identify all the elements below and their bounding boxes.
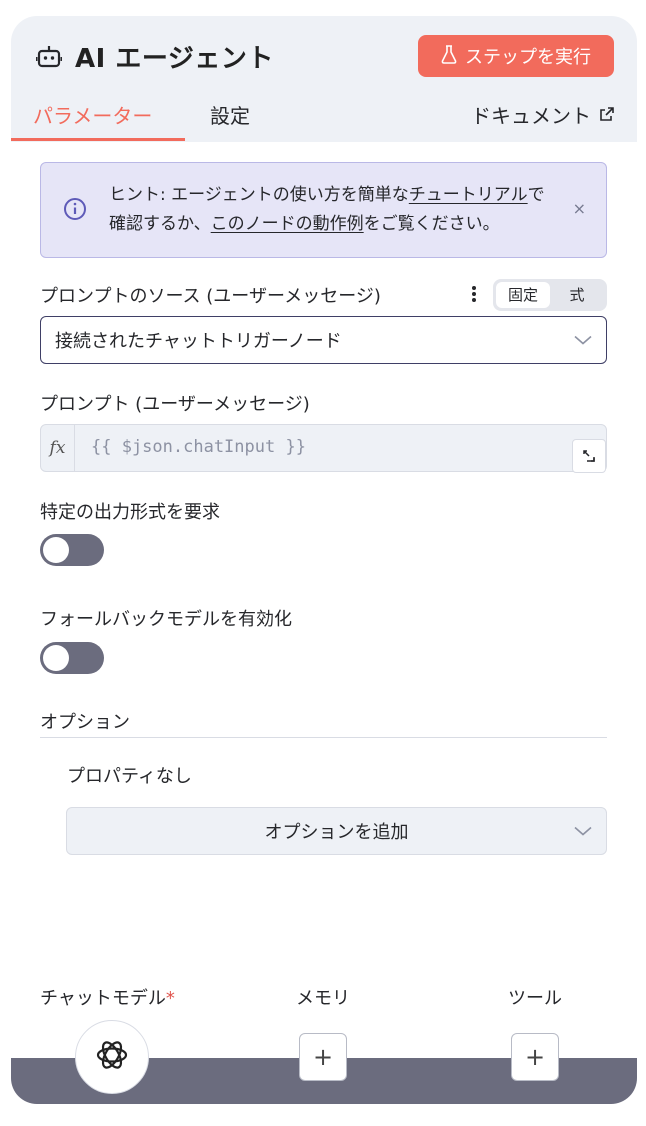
options-label: オプション: [40, 712, 130, 733]
prompt-expression-value: {{ $json.chatInput }}: [91, 437, 306, 457]
hint-suffix: をご覧ください。: [363, 214, 500, 234]
chevron-down-icon: [574, 330, 592, 351]
chat-model-text: チャットモデル: [40, 988, 166, 1009]
add-tool-button[interactable]: +: [511, 1033, 559, 1081]
hint-callout: ヒント: エージェントの使い方を簡単なチュートリアルで確認するか、このノードの動…: [40, 162, 607, 258]
add-memory-button[interactable]: +: [299, 1033, 347, 1081]
active-tab-indicator: [11, 138, 185, 141]
options-divider: [40, 737, 607, 738]
run-step-label: ステップを実行: [465, 47, 591, 68]
fx-icon: fx: [41, 425, 75, 471]
prompt-label: プロンプト (ユーザーメッセージ): [40, 394, 310, 415]
ai-agent-panel: AI エージェント ステップを実行 パラメーター 設定 ドキュメント ヒント: …: [11, 16, 637, 1104]
prompt-expression-input[interactable]: fx {{ $json.chatInput }}: [40, 424, 607, 473]
prompt-source-select[interactable]: 接続されたチャットトリガーノード: [40, 316, 607, 364]
panel-title: AI エージェント: [75, 44, 274, 74]
prompt-source-label: プロンプトのソース (ユーザーメッセージ): [40, 286, 381, 307]
info-icon: [63, 197, 87, 225]
output-format-label: 特定の出力形式を要求: [40, 502, 220, 523]
add-option-button[interactable]: オプションを追加: [66, 807, 607, 855]
memory-label: メモリ: [296, 988, 350, 1009]
tab-bar: パラメーター 設定 ドキュメント: [11, 100, 637, 142]
robot-icon: [35, 43, 63, 71]
no-properties-text: プロパティなし: [67, 766, 192, 787]
required-mark: *: [165, 988, 175, 1009]
close-icon[interactable]: ×: [573, 199, 586, 218]
tab-parameters[interactable]: パラメーター: [33, 100, 152, 129]
run-step-button[interactable]: ステップを実行: [418, 35, 614, 77]
fallback-model-label: フォールバックモデルを有効化: [40, 609, 292, 630]
tutorial-link[interactable]: チュートリアル: [409, 185, 528, 205]
more-options-icon[interactable]: [471, 284, 477, 308]
fallback-model-switch[interactable]: [40, 642, 104, 674]
output-format-switch[interactable]: [40, 534, 104, 566]
chevron-down-icon: [574, 821, 592, 842]
add-option-label: オプションを追加: [264, 822, 409, 843]
tools-label: ツール: [508, 988, 562, 1009]
chat-model-label: チャットモデル*: [40, 984, 175, 1010]
tab-settings[interactable]: 設定: [210, 100, 250, 129]
docs-label: ドキュメント: [471, 104, 591, 128]
tab-docs[interactable]: ドキュメント: [471, 100, 615, 129]
title-row: AI エージェント: [35, 38, 274, 75]
example-link[interactable]: このノードの動作例: [211, 214, 364, 234]
flask-icon: [441, 44, 457, 69]
external-link-icon: [599, 103, 615, 127]
hint-text: ヒント: エージェントの使い方を簡単なチュートリアルで確認するか、このノードの動…: [109, 181, 559, 239]
hint-prefix: ヒント: エージェントの使い方を簡単な: [109, 185, 409, 205]
switch-knob: [43, 537, 69, 563]
switch-knob: [43, 645, 69, 671]
plus-icon: +: [312, 1043, 334, 1071]
panel-header: AI エージェント ステップを実行 パラメーター 設定 ドキュメント: [11, 16, 637, 142]
prompt-source-value: 接続されたチャットトリガーノード: [55, 331, 342, 352]
fixed-expression-toggle: 固定 式: [493, 279, 607, 311]
expand-editor-icon[interactable]: [572, 439, 606, 473]
plus-icon: +: [524, 1043, 546, 1071]
openai-icon: [94, 1037, 130, 1077]
mode-expression[interactable]: 式: [550, 282, 604, 308]
chat-model-connector[interactable]: [75, 1020, 149, 1094]
mode-fixed[interactable]: 固定: [496, 282, 550, 308]
